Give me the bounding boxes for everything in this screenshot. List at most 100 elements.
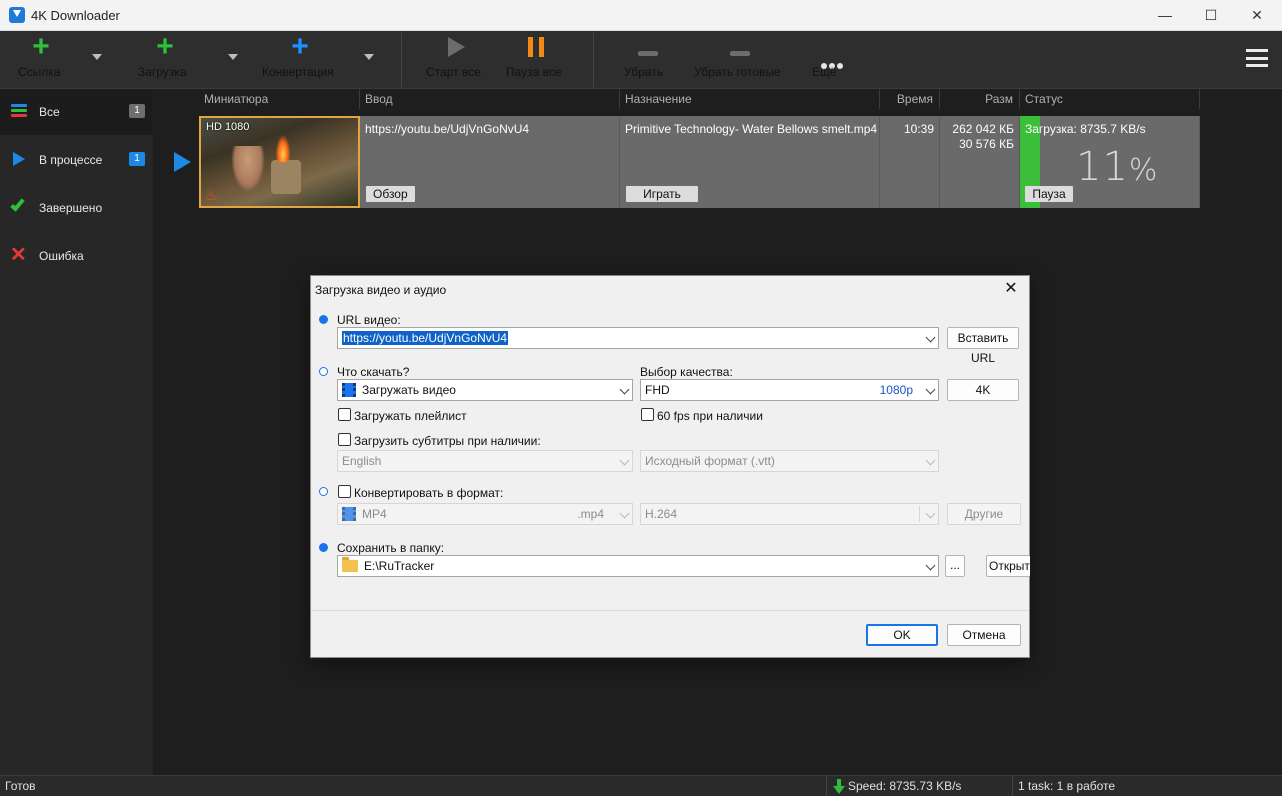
pause-icon <box>528 37 544 57</box>
percent-sign: % <box>1128 153 1159 188</box>
size-downloaded: 30 576 КБ <box>959 137 1014 151</box>
status-text: Загрузка: 8735.7 KB/s <box>1025 122 1146 136</box>
statusbar-divider <box>1012 776 1013 796</box>
size-total: 262 042 КБ <box>952 122 1014 136</box>
status-cell: Загрузка: 8735.7 KB/s 11% Пауза <box>1020 116 1200 208</box>
minimize-button[interactable]: — <box>1142 0 1188 31</box>
quality-select[interactable]: FHD 1080p <box>640 379 939 401</box>
video-thumbnail[interactable]: HD 1080 ♨ <box>199 116 360 208</box>
title-bar: 4K Downloader — ☐ ✕ <box>0 0 1282 31</box>
convert-checkbox[interactable] <box>338 485 351 498</box>
quality-resolution: 1080p <box>879 383 913 397</box>
minus-icon <box>638 51 658 56</box>
count-badge: 1 <box>129 104 145 118</box>
destination-filename: Primitive Technology- Water Bellows smel… <box>625 122 878 136</box>
duration-value: 10:39 <box>903 122 934 136</box>
film-icon <box>342 507 356 521</box>
quality-badge: HD 1080 <box>206 121 250 133</box>
status-tasks: 1 task: 1 в работе <box>1018 779 1116 793</box>
what-label: Что скачать? <box>337 365 410 379</box>
section-marker <box>319 367 328 376</box>
what-select[interactable]: Загружать видео <box>337 379 633 401</box>
add-download-button[interactable]: + Загрузка <box>138 31 192 89</box>
column-header-input[interactable]: Ввод <box>360 89 620 109</box>
cancel-button[interactable]: Отмена <box>947 624 1021 646</box>
convert-format-select[interactable]: MP4 .mp4 <box>337 503 633 525</box>
add-link-dropdown-chevron-icon[interactable] <box>92 54 102 60</box>
4k-button[interactable]: 4K <box>947 379 1019 401</box>
remove-done-button[interactable]: Убрать готовые <box>694 31 786 89</box>
add-link-button[interactable]: + Ссылка <box>18 31 64 89</box>
table-row[interactable]: HD 1080 ♨ https://youtu.be/UdjVnGoNvU4 О… <box>199 116 1200 208</box>
column-header-time[interactable]: Время <box>880 89 940 109</box>
save-folder-label: Сохранить в папку: <box>337 541 445 555</box>
column-header-size[interactable]: Разм <box>940 89 1020 109</box>
column-header-destination[interactable]: Назначение <box>620 89 880 109</box>
pause-all-button[interactable]: Пауза все <box>506 31 566 89</box>
play-icon <box>13 152 25 166</box>
sidebar-item-error[interactable]: ✕ Ошибка <box>0 233 153 279</box>
save-folder-path: E:\RuTracker <box>364 559 435 573</box>
thumbnail-image <box>231 146 265 192</box>
maximize-button[interactable]: ☐ <box>1188 0 1234 31</box>
chevron-down-icon <box>925 560 936 571</box>
remove-button[interactable]: Убрать <box>624 31 672 89</box>
convert-button[interactable]: + Конвертация <box>262 31 338 89</box>
statusbar-divider <box>826 776 827 796</box>
subtitles-format-select[interactable]: Исходный формат (.vtt) <box>640 450 939 472</box>
save-folder-select[interactable]: E:\RuTracker <box>337 555 939 577</box>
chevron-down-icon <box>925 455 936 466</box>
browse-button[interactable]: Обзор <box>366 186 415 202</box>
start-all-button[interactable]: Старт все <box>426 31 486 89</box>
plus-icon: + <box>156 30 174 63</box>
browse-folder-button[interactable]: ... <box>945 555 965 577</box>
status-ready: Готов <box>5 779 36 793</box>
sidebar: Все 1 В процессе 1 Завершено ✕ Ошибка <box>0 89 153 775</box>
60fps-checkbox[interactable] <box>641 408 654 421</box>
row-play-icon[interactable] <box>174 152 191 172</box>
60fps-label: 60 fps при наличии <box>657 409 763 423</box>
section-marker <box>319 487 328 496</box>
paste-url-button[interactable]: Вставить URL <box>947 327 1019 365</box>
sidebar-item-completed[interactable]: Завершено <box>0 185 153 231</box>
input-url: https://youtu.be/UdjVnGoNvU4 <box>365 122 530 136</box>
convert-dropdown-chevron-icon[interactable] <box>364 54 374 60</box>
minus-icon <box>730 51 750 56</box>
what-value: Загружать видео <box>362 383 456 397</box>
play-icon <box>447 37 465 57</box>
convert-codec-select[interactable]: H.264 <box>640 503 939 525</box>
play-file-button[interactable]: Играть <box>626 186 698 202</box>
pause-download-button[interactable]: Пауза <box>1025 186 1073 202</box>
ok-button[interactable]: OK <box>866 624 938 646</box>
playlist-checkbox[interactable] <box>338 408 351 421</box>
column-header-status[interactable]: Статус <box>1020 89 1200 109</box>
time-cell: 10:39 <box>880 116 940 208</box>
column-header-thumbnail[interactable]: Миниатюра <box>199 89 360 109</box>
input-cell: https://youtu.be/UdjVnGoNvU4 Обзор <box>360 116 620 208</box>
other-formats-button[interactable]: Другие <box>947 503 1021 525</box>
subtitles-language-select[interactable]: English <box>337 450 633 472</box>
open-folder-button[interactable]: Открыть <box>986 555 1030 577</box>
sidebar-item-all[interactable]: Все 1 <box>0 89 153 135</box>
flame-icon: ♨ <box>204 187 219 204</box>
url-value: https://youtu.be/UdjVnGoNvU4 <box>342 331 509 345</box>
sidebar-item-in-progress[interactable]: В процессе 1 <box>0 137 153 183</box>
url-label: URL видео: <box>337 313 401 327</box>
more-button[interactable]: Ещё <box>812 31 852 89</box>
toolbar: + Ссылка + Загрузка + Конвертация Старт … <box>0 31 1282 89</box>
url-input[interactable]: https://youtu.be/UdjVnGoNvU4 <box>337 327 939 349</box>
hamburger-menu-icon[interactable] <box>1246 49 1268 67</box>
add-download-dropdown-chevron-icon[interactable] <box>228 54 238 60</box>
section-marker <box>319 543 328 552</box>
subtitles-checkbox[interactable] <box>338 433 351 446</box>
download-dialog: Загрузка видео и аудио ✕ URL видео: http… <box>310 275 1030 658</box>
close-window-button[interactable]: ✕ <box>1234 0 1280 31</box>
subtitles-language-value: English <box>342 454 382 468</box>
chevron-down-icon <box>619 508 630 519</box>
error-x-icon: ✕ <box>10 244 27 266</box>
window-title: 4K Downloader <box>31 8 120 23</box>
chevron-down-icon <box>619 384 630 395</box>
convert-format-value: MP4 <box>362 507 387 521</box>
plus-icon: + <box>32 30 50 63</box>
dialog-close-icon[interactable]: ✕ <box>999 278 1023 300</box>
